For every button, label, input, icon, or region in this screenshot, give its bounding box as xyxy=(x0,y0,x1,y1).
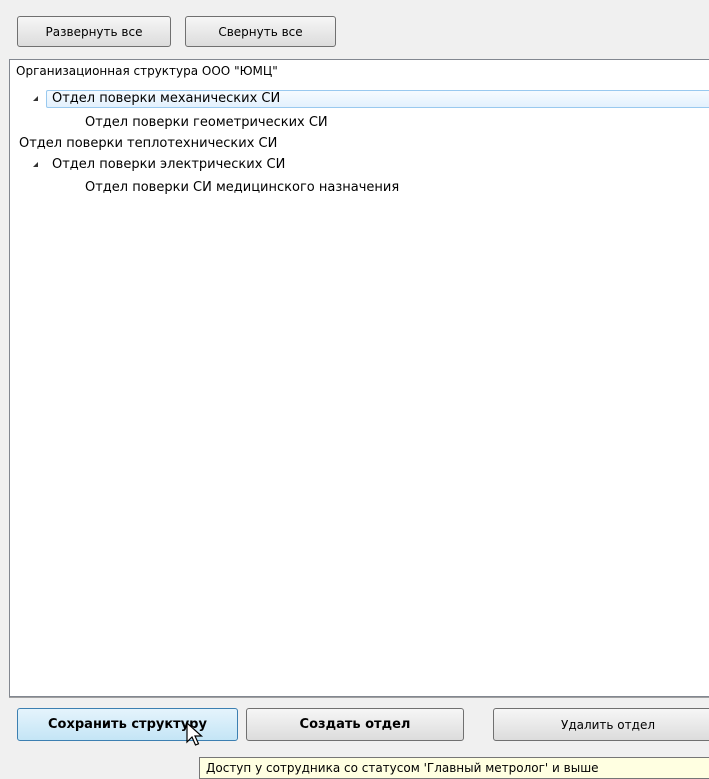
divider xyxy=(9,697,709,698)
expanded-triangle-icon[interactable] xyxy=(33,162,38,167)
tree-node-mechanical[interactable]: Отдел поверки механических СИ xyxy=(52,90,280,107)
save-structure-button[interactable]: Сохранить структуру xyxy=(17,708,238,741)
tree-node-electrical[interactable]: Отдел поверки электрических СИ xyxy=(52,156,285,173)
tree-title: Организационная структура ООО "ЮМЦ" xyxy=(16,64,278,78)
expand-all-button[interactable]: Развернуть все xyxy=(17,16,171,47)
tree-node-geometric[interactable]: Отдел поверки геометрических СИ xyxy=(85,114,328,131)
status-strip xyxy=(0,742,199,776)
tree-node-medical[interactable]: Отдел поверки СИ медицинского назначения xyxy=(85,179,399,196)
collapse-all-button[interactable]: Свернуть все xyxy=(185,16,336,47)
create-department-button[interactable]: Создать отдел xyxy=(246,708,464,741)
delete-department-button[interactable]: Удалить отдел xyxy=(493,708,709,741)
mouse-pointer-icon xyxy=(186,721,204,751)
expanded-triangle-icon[interactable] xyxy=(33,96,38,101)
org-structure-tree[interactable] xyxy=(9,59,709,697)
tree-node-thermal[interactable]: Отдел поверки теплотехнических СИ xyxy=(19,135,277,152)
